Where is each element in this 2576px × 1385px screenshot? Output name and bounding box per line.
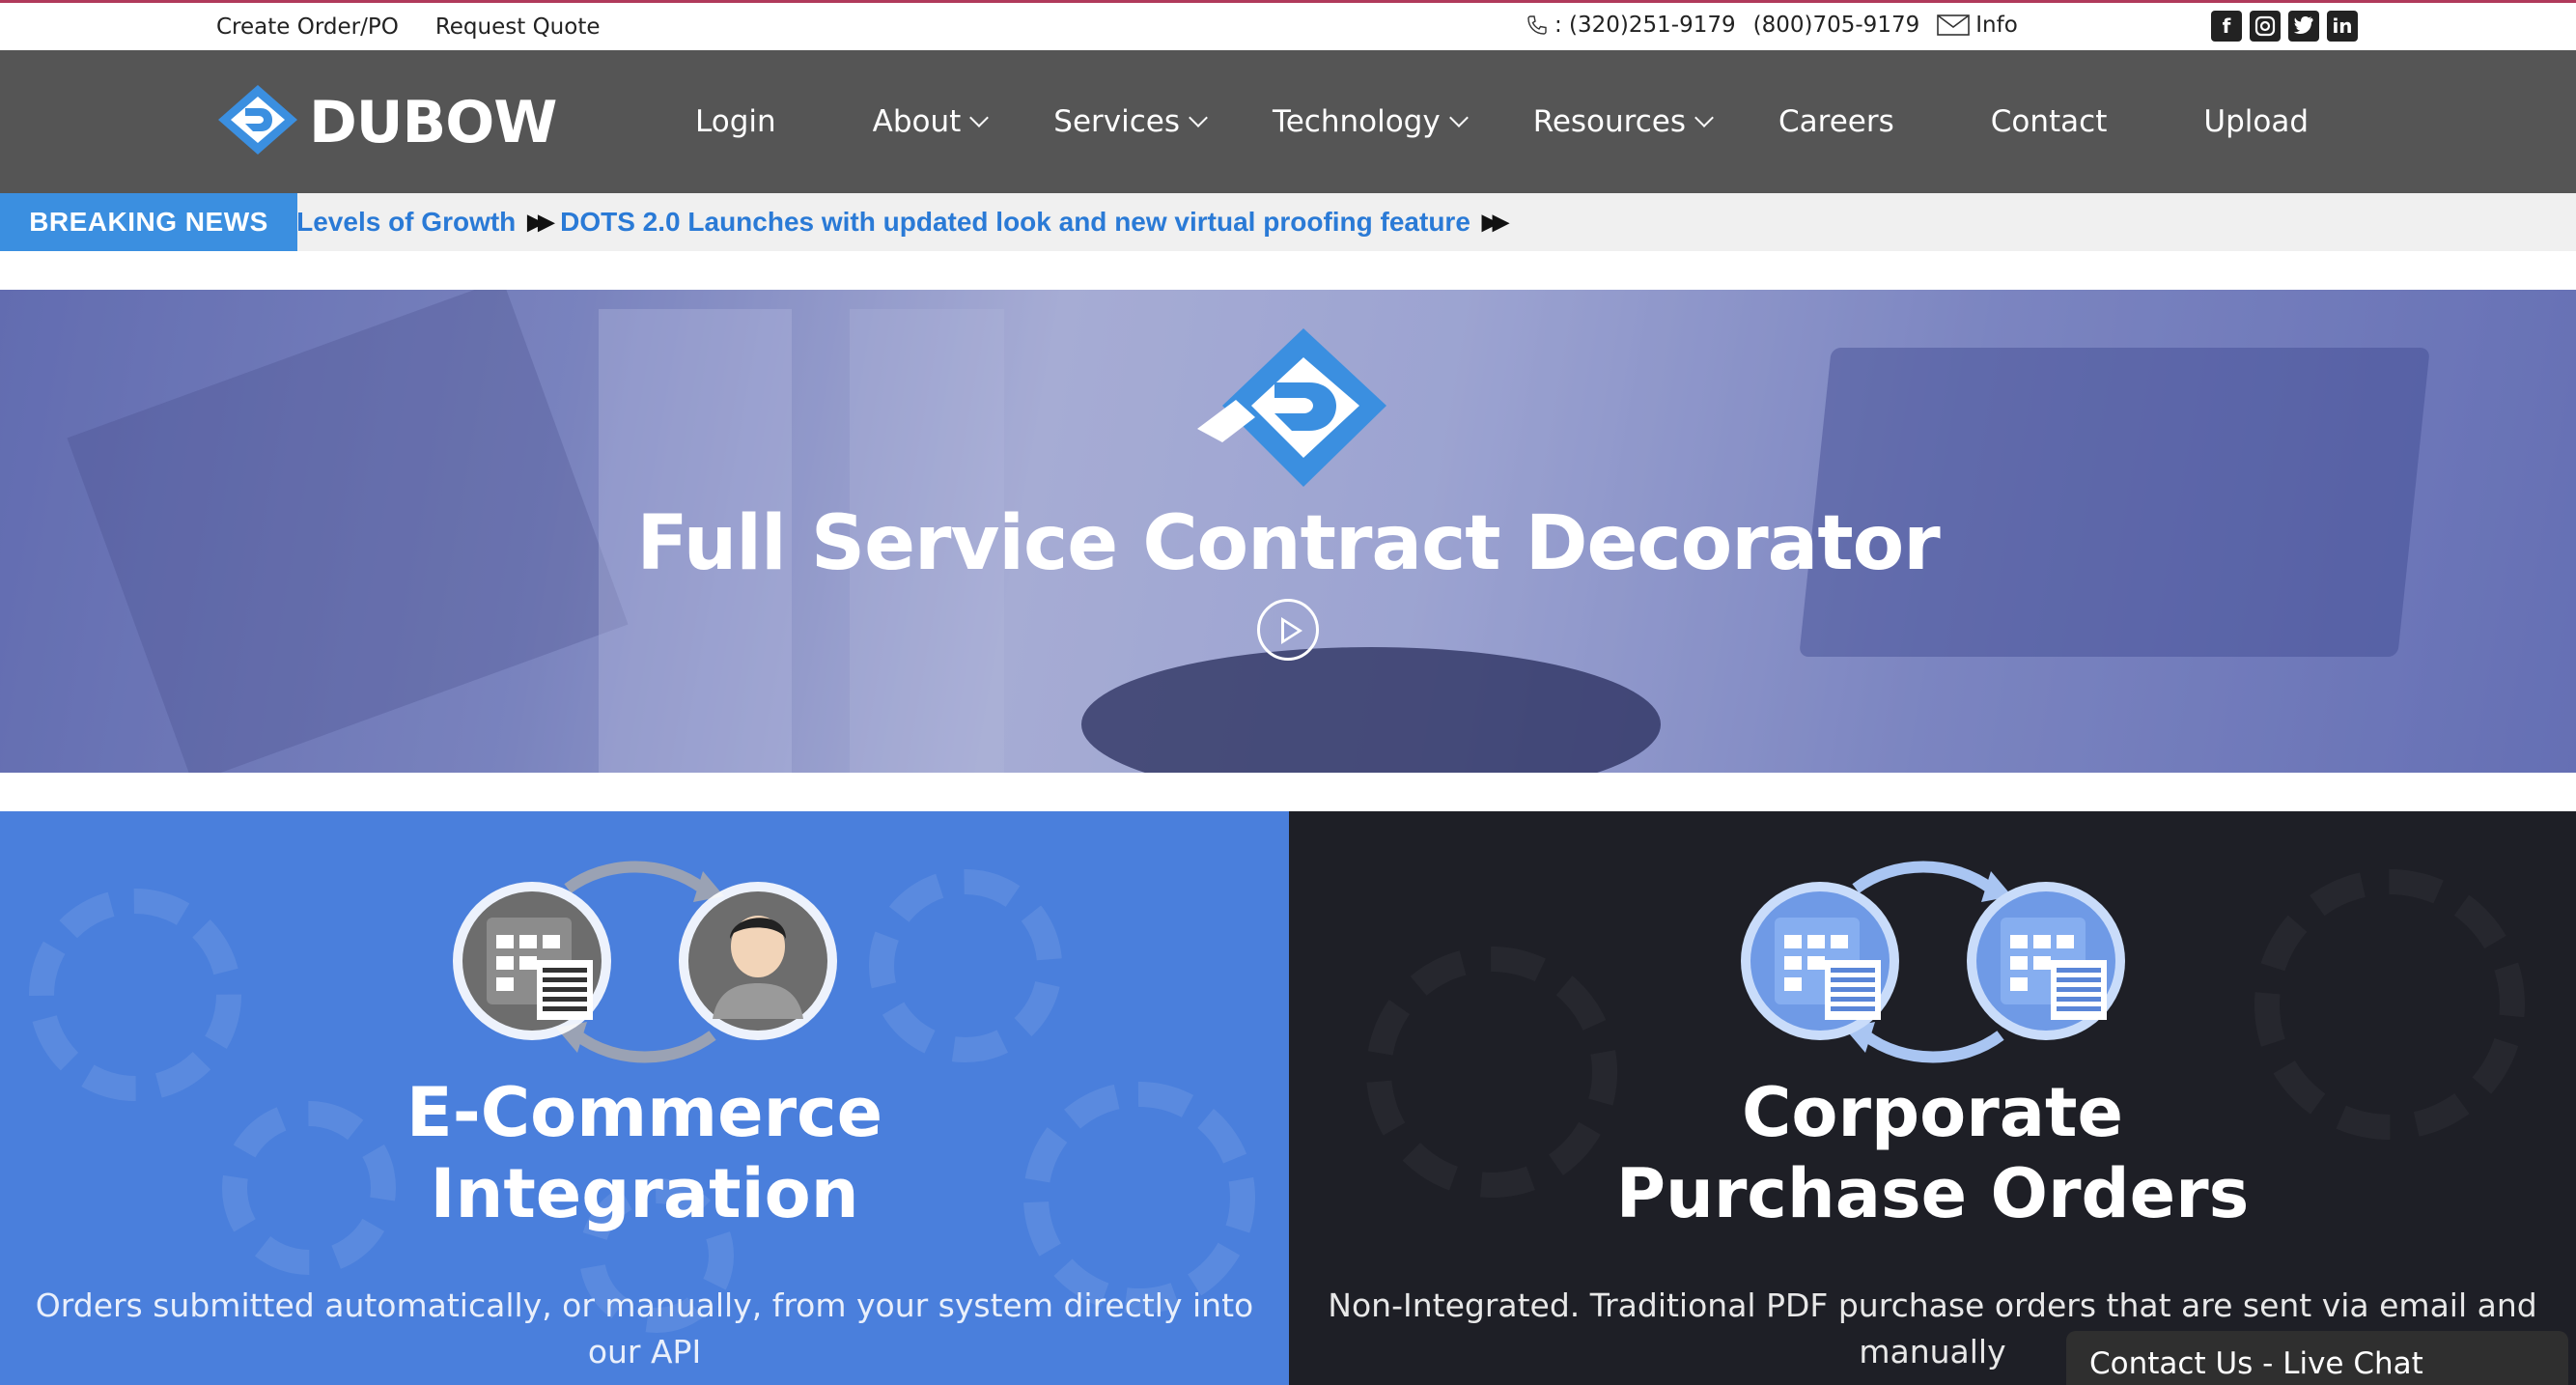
ecommerce-desc-line1: Orders submitted automatically, or manua… [35, 1286, 1254, 1371]
hero-video[interactable]: Full Service Contract Decorator [0, 290, 2576, 773]
nav-careers[interactable]: Careers [1778, 104, 1894, 139]
request-quote-link[interactable]: Request Quote [435, 14, 601, 40]
nav-resources[interactable]: Resources [1532, 104, 1714, 139]
nav-about[interactable]: About [872, 104, 990, 139]
nav-upload-label: Upload [2203, 104, 2309, 139]
brand-logo[interactable]: DUBOW [216, 83, 557, 161]
ecommerce-description: Orders submitted automatically, or manua… [29, 1283, 1260, 1385]
chevron-down-icon [969, 108, 990, 127]
info-label: Info [1975, 13, 2018, 38]
main-nav: DUBOW Login About Services Technology Re… [0, 50, 2576, 193]
purchase-orders-title: Corporate Purchase Orders [1289, 1072, 2576, 1234]
calendar-user-sync-icon [452, 861, 837, 1063]
dubow-logo-icon [216, 83, 299, 161]
purchase-orders-title-line2: Purchase Orders [1615, 1154, 2250, 1233]
twitter-icon[interactable] [2288, 11, 2319, 42]
nav-services-label: Services [1053, 104, 1181, 139]
chevron-down-icon [1694, 108, 1714, 127]
nav-technology[interactable]: Technology [1273, 104, 1469, 139]
ecommerce-panel[interactable]: E-Commerce Integration Orders submitted … [0, 811, 1289, 1385]
linkedin-icon[interactable]: in [2327, 11, 2358, 42]
social-links: f in [2211, 11, 2358, 42]
nav-services[interactable]: Services [1053, 104, 1208, 139]
contact-info: : (320)251-9179 (800)705-9179 Info [1526, 13, 2018, 38]
nav-login[interactable]: Login [695, 104, 776, 139]
facebook-icon[interactable]: f [2211, 11, 2242, 42]
nav-careers-label: Careers [1778, 104, 1894, 139]
live-chat-button[interactable]: Contact Us - Live Chat [2066, 1331, 2568, 1385]
ecommerce-desc-line2: with instant confirmation. [29, 1375, 1260, 1385]
play-button[interactable] [1257, 599, 1319, 661]
phone-group: : (320)251-9179 [1526, 13, 1736, 38]
info-link[interactable]: Info [1937, 13, 2018, 38]
purchase-order-icons [1289, 850, 2576, 1072]
nav-resources-label: Resources [1532, 104, 1687, 139]
phone-tollfree[interactable]: (800)705-9179 [1753, 13, 1920, 38]
mail-icon [1937, 14, 1971, 37]
brand-name: DUBOW [309, 88, 557, 156]
nav-login-label: Login [695, 104, 776, 139]
instagram-icon[interactable] [2250, 11, 2281, 42]
utility-links: Create Order/PO Request Quote [216, 14, 601, 40]
nav-contact-label: Contact [1990, 104, 2108, 139]
ecommerce-title: E-Commerce Integration [0, 1072, 1289, 1234]
chevron-down-icon [1189, 108, 1208, 127]
hero-title: Full Service Contract Decorator [636, 500, 1940, 587]
utility-bar: Create Order/PO Request Quote : (320)251… [0, 0, 2576, 50]
nav-technology-label: Technology [1273, 104, 1441, 139]
chevron-down-icon [1448, 108, 1469, 127]
ecommerce-title-line2: Integration [430, 1154, 859, 1233]
create-order-link[interactable]: Create Order/PO [216, 14, 399, 40]
double-arrow-icon: ▶▶ [527, 210, 554, 234]
purchase-orders-title-line1: Corporate [1742, 1073, 2123, 1152]
phone-local[interactable]: : (320)251-9179 [1554, 13, 1736, 38]
primary-navigation: Login About Services Technology Resource… [695, 50, 2309, 193]
breaking-news-label: BREAKING NEWS [0, 193, 297, 251]
phone-icon [1526, 14, 1549, 37]
nav-upload[interactable]: Upload [2203, 104, 2309, 139]
news-ticker: ew Levels of Growth ▶▶ DOTS 2.0 Launches… [253, 193, 1515, 251]
calendar-sync-icon [1740, 861, 2125, 1063]
breaking-news-bar: BREAKING NEWS ew Levels of Growth ▶▶ DOT… [0, 193, 2576, 251]
purchase-orders-panel[interactable]: Corporate Purchase Orders Non-Integrated… [1289, 811, 2576, 1385]
dubow-logo-icon [1197, 323, 1390, 501]
nav-about-label: About [872, 104, 962, 139]
play-icon-inner [1284, 622, 1298, 639]
double-arrow-icon: ▶▶ [1481, 210, 1509, 234]
integration-icons [0, 850, 1289, 1072]
nav-contact[interactable]: Contact [1991, 104, 2108, 139]
ecommerce-title-line1: E-Commerce [406, 1073, 883, 1152]
news-item[interactable]: DOTS 2.0 Launches with updated look and … [560, 207, 1470, 238]
